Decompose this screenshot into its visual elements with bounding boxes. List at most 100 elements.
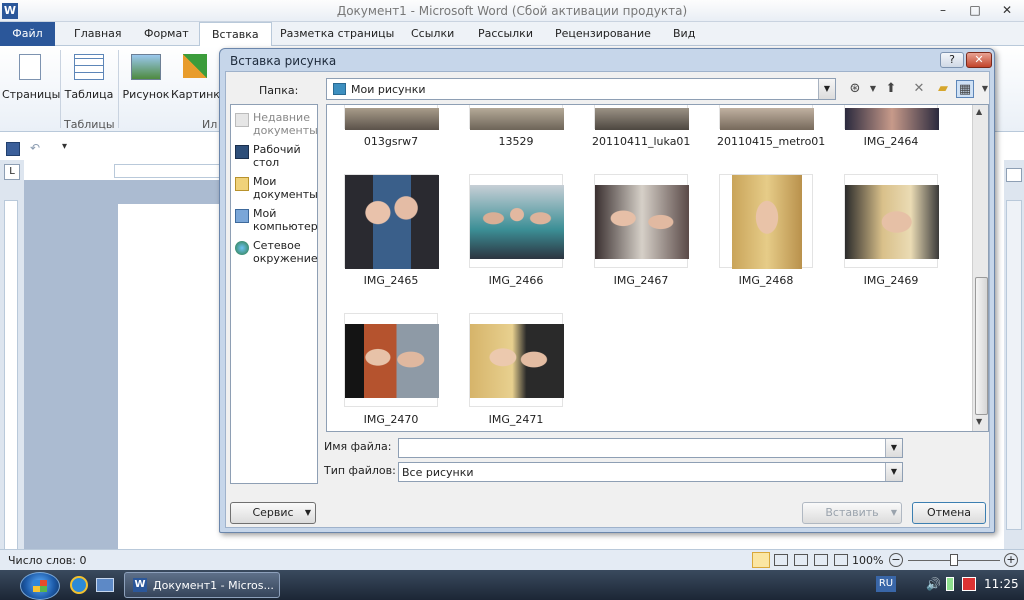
back-dropdown-icon[interactable]: ▼ (864, 80, 882, 98)
scrollbar-thumb[interactable] (975, 277, 988, 415)
back-icon[interactable]: ⊛ (846, 80, 864, 98)
chevron-down-icon[interactable]: ▼ (885, 463, 902, 481)
filename-input[interactable]: ▼ (398, 438, 903, 458)
help-button[interactable]: ? (940, 52, 964, 68)
file-item[interactable]: IMG_2465 (342, 174, 440, 287)
tab-home[interactable]: Главная (62, 22, 134, 46)
web-layout-icon[interactable] (794, 554, 808, 566)
maximize-button[interactable]: □ (964, 2, 986, 19)
file-name: IMG_2464 (863, 135, 919, 148)
tools-button[interactable]: Сервис ▼ (230, 502, 316, 524)
folder-value: Мои рисунки (351, 83, 426, 96)
title-bar: W Документ1 - Microsoft Word (Сбой актив… (0, 0, 1024, 22)
pages-label: Страницы (2, 88, 61, 101)
file-item[interactable]: 13529 (467, 105, 565, 148)
group-divider (60, 50, 61, 128)
document-page[interactable] (118, 204, 224, 550)
close-window-button[interactable]: ✕ (996, 2, 1018, 19)
save-icon[interactable] (6, 142, 20, 156)
file-item[interactable]: IMG_2467 (592, 174, 690, 287)
print-layout-icon[interactable] (752, 552, 770, 568)
view-ruler-icon[interactable] (1006, 168, 1022, 182)
place-my-computer[interactable]: Мой компьютер (235, 207, 318, 233)
horizontal-ruler[interactable] (114, 164, 224, 178)
chevron-down-icon[interactable]: ▼ (818, 79, 835, 99)
scroll-track[interactable] (1006, 200, 1022, 530)
full-screen-icon[interactable] (774, 554, 788, 566)
tab-stop-selector[interactable]: L (4, 164, 20, 180)
table-button[interactable]: Таблица (63, 50, 115, 101)
customize-qat-icon[interactable]: ▾ (62, 141, 67, 152)
ie-icon[interactable] (70, 576, 88, 594)
tab-mailings[interactable]: Рассылки (466, 22, 545, 46)
filetype-dropdown[interactable]: Все рисунки ▼ (398, 462, 903, 482)
zoom-level[interactable]: 100% (852, 554, 883, 567)
file-item[interactable]: 20110415_metro01 (717, 105, 826, 148)
show-desktop-icon[interactable] (96, 578, 114, 592)
tab-review[interactable]: Рецензирование (543, 22, 663, 46)
file-item[interactable]: IMG_2466 (467, 174, 565, 287)
file-item[interactable]: IMG_2469 (842, 174, 940, 287)
file-item[interactable]: IMG_2464 (842, 105, 940, 148)
insert-button[interactable]: Вставить ▼ (802, 502, 902, 524)
zoom-slider-thumb[interactable] (950, 554, 958, 566)
file-item[interactable]: 20110411_luka01 (592, 105, 690, 148)
chevron-down-icon[interactable]: ▼ (885, 439, 902, 457)
cancel-button[interactable]: Отмена (912, 502, 986, 524)
right-scrollbar[interactable] (1004, 160, 1024, 550)
file-item[interactable]: IMG_2470 (342, 313, 440, 426)
dialog-title: Вставка рисунка (230, 54, 337, 68)
pages-button[interactable]: Страницы (2, 50, 61, 101)
place-my-documents[interactable]: Мои документы (235, 175, 318, 201)
taskbar-word-button[interactable]: W Документ1 - Micros... (124, 572, 280, 598)
undo-icon[interactable]: ↶ (30, 141, 40, 155)
group-divider (118, 50, 119, 128)
tab-file[interactable]: Файл (0, 22, 55, 46)
tab-page-layout[interactable]: Разметка страницы (268, 22, 406, 46)
views-icon[interactable]: ▦ (956, 80, 974, 98)
tab-format[interactable]: Формат (132, 22, 201, 46)
delete-icon[interactable]: ✕ (910, 80, 928, 98)
clock[interactable]: 11:25 (984, 577, 1019, 591)
network-icon[interactable] (962, 577, 976, 591)
file-name: 20110415_metro01 (717, 135, 826, 148)
picture-button[interactable]: Рисунок (122, 50, 170, 101)
minimize-button[interactable]: – (932, 2, 954, 19)
place-desktop[interactable]: Рабочий стол (235, 143, 317, 169)
table-label: Таблица (64, 88, 114, 101)
draft-icon[interactable] (834, 554, 848, 566)
zoom-in-icon[interactable]: + (1004, 553, 1018, 567)
tab-references[interactable]: Ссылки (399, 22, 466, 46)
file-list: 013gsrw7 13529 20110411_luka01 20110415_… (326, 104, 989, 432)
file-thumbnail (344, 105, 439, 130)
volume-icon[interactable]: 🔊 (926, 577, 941, 591)
word-count[interactable]: Число слов: 0 (8, 554, 87, 567)
dialog-close-button[interactable]: ✕ (966, 52, 992, 68)
file-item[interactable]: IMG_2468 (717, 174, 815, 287)
up-folder-icon[interactable]: ⬆ (882, 80, 900, 98)
views-dropdown-icon[interactable]: ▼ (976, 80, 994, 98)
file-item[interactable]: IMG_2471 (467, 313, 565, 426)
clipart-button[interactable]: Картинки (171, 50, 221, 101)
tab-insert[interactable]: Вставка (199, 22, 272, 46)
desktop-icon (235, 145, 249, 159)
scroll-up-icon[interactable]: ▲ (976, 107, 982, 116)
file-thumbnail (719, 174, 813, 269)
file-item[interactable]: 013gsrw7 (342, 105, 440, 148)
tab-view[interactable]: Вид (661, 22, 707, 46)
taskbar: W Документ1 - Micros... RU 🔊 11:25 (0, 570, 1024, 600)
window-title: Документ1 - Microsoft Word (Сбой активац… (336, 4, 688, 18)
file-list-scrollbar[interactable]: ▲ ▼ (972, 105, 988, 431)
zoom-out-icon[interactable]: − (889, 553, 903, 567)
outline-icon[interactable] (814, 554, 828, 566)
place-network[interactable]: Сетевое окружение (235, 239, 318, 265)
place-recent[interactable]: Недавние документы (235, 111, 318, 137)
scroll-down-icon[interactable]: ▼ (976, 417, 982, 426)
group-label-illustrations: Ил (202, 118, 218, 131)
start-button[interactable] (20, 572, 60, 600)
folder-dropdown[interactable]: Мои рисунки ▼ (326, 78, 836, 100)
battery-icon[interactable] (946, 577, 954, 591)
vertical-ruler[interactable] (4, 200, 18, 550)
language-indicator[interactable]: RU (876, 576, 896, 592)
new-folder-icon[interactable]: ▰ (934, 80, 952, 98)
